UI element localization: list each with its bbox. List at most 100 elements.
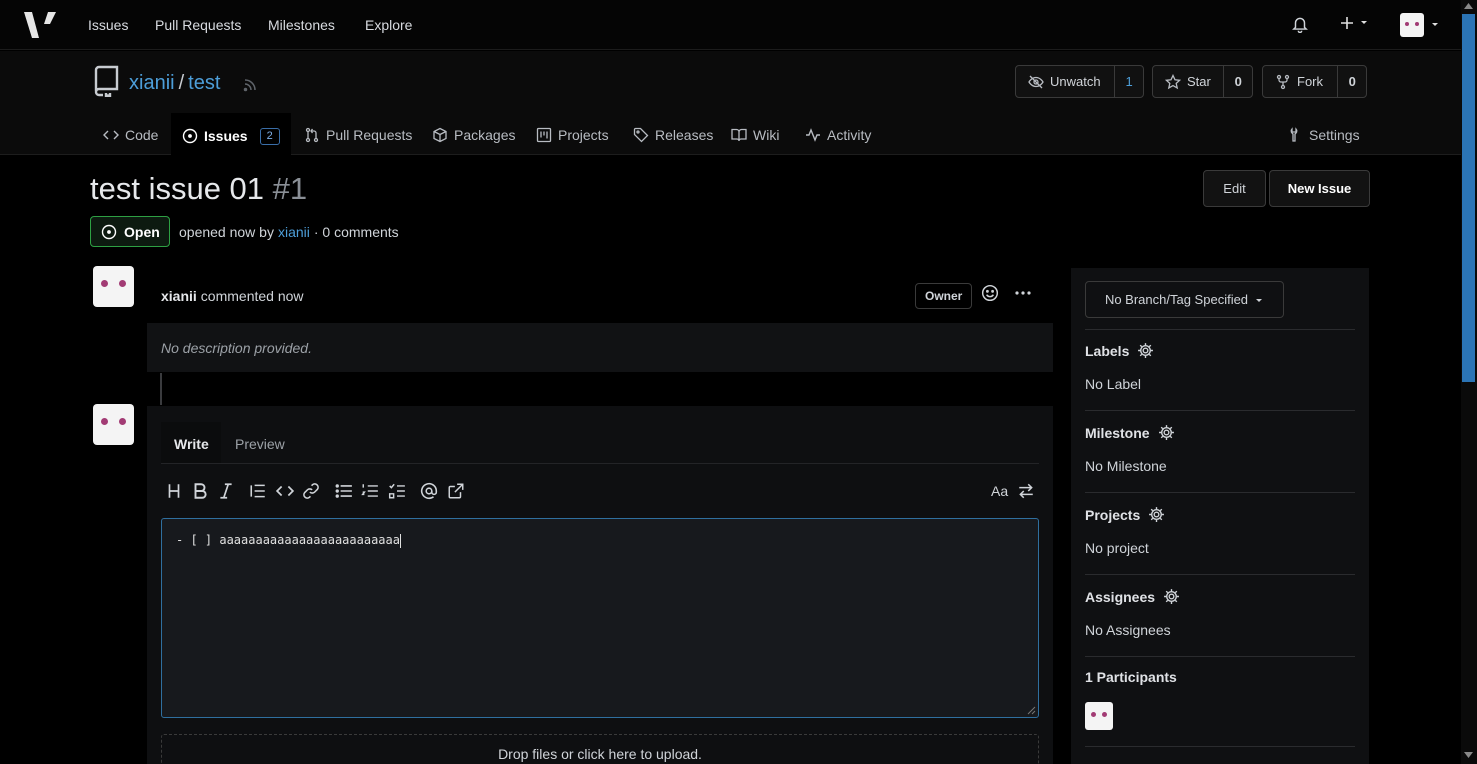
- labels-heading[interactable]: Labels: [1085, 342, 1154, 359]
- repo-owner-link[interactable]: xianii: [129, 72, 175, 95]
- star-label: Star: [1187, 74, 1211, 89]
- repo-name-link[interactable]: test: [188, 72, 220, 95]
- avatar: [1400, 13, 1424, 37]
- divider: [1085, 574, 1355, 575]
- tab-activity[interactable]: Activity: [805, 127, 871, 163]
- issue-number: #1: [272, 171, 308, 206]
- divider: [1085, 746, 1355, 747]
- milestone-heading[interactable]: Milestone: [1085, 424, 1175, 441]
- monospace-toggle[interactable]: Aa: [991, 483, 1008, 499]
- ordered-list-icon[interactable]: [361, 482, 379, 500]
- issue-open-icon: [101, 224, 117, 239]
- star-icon: [1165, 73, 1181, 89]
- tab-label: Settings: [1309, 127, 1360, 143]
- avatar[interactable]: [93, 266, 134, 307]
- scrollbar-thumb[interactable]: [1462, 14, 1475, 382]
- edit-button[interactable]: Edit: [1203, 170, 1266, 207]
- author-link[interactable]: xianii: [278, 224, 310, 240]
- comment-textarea[interactable]: - [ ] aaaaaaaaaaaaaaaaaaaaaaaaa: [161, 518, 1039, 718]
- forks-count[interactable]: 0: [1338, 66, 1366, 97]
- issue-icon: [182, 128, 198, 144]
- comment-text: No description provided.: [161, 340, 312, 356]
- comment-action: commented now: [200, 288, 304, 304]
- star-button[interactable]: Star: [1153, 66, 1225, 97]
- plus-icon: [1341, 17, 1353, 29]
- stars-count[interactable]: 0: [1224, 66, 1252, 97]
- create-menu[interactable]: [1339, 15, 1369, 31]
- gear-icon: [1138, 343, 1154, 358]
- projects-title: Projects: [1085, 506, 1141, 523]
- watchers-count[interactable]: 1: [1115, 66, 1143, 97]
- tab-label: Wiki: [753, 127, 780, 143]
- comment-author[interactable]: xianii: [161, 288, 197, 304]
- tag-icon: [633, 127, 649, 143]
- top-navbar: Issues Pull Requests Milestones Explore: [0, 0, 1461, 50]
- rss-icon[interactable]: [242, 77, 258, 93]
- bold-icon[interactable]: [191, 482, 209, 500]
- user-menu[interactable]: [1400, 13, 1440, 37]
- heading-icon[interactable]: [165, 482, 183, 500]
- smiley-icon[interactable]: [981, 284, 999, 302]
- tab-divider: [161, 463, 1039, 464]
- unordered-list-icon[interactable]: [335, 482, 353, 500]
- assignees-value: No Assignees: [1085, 622, 1171, 638]
- tab-preview[interactable]: Preview: [235, 436, 285, 452]
- repo-breadcrumb: xianii / test: [129, 72, 220, 95]
- italic-icon[interactable]: [217, 482, 235, 500]
- textarea-content: - [ ] aaaaaaaaaaaaaaaaaaaaaaaaa: [176, 533, 400, 547]
- pulse-icon: [806, 128, 820, 142]
- meta-prefix: opened now by: [179, 224, 274, 240]
- repo-header: xianii / test Unwatch 1 Star 0 Fork 0 Co…: [0, 51, 1461, 155]
- divider: [1085, 329, 1355, 330]
- participant-avatar[interactable]: [1085, 702, 1113, 730]
- owner-label: Owner: [915, 283, 973, 309]
- scroll-down-arrow-icon[interactable]: [1464, 752, 1473, 758]
- projects-heading[interactable]: Projects: [1085, 506, 1165, 523]
- tab-issues[interactable]: Issues 2: [171, 113, 291, 155]
- tab-pull-requests[interactable]: Pull Requests: [304, 127, 412, 163]
- caret-down-icon: [1432, 23, 1438, 26]
- avatar: [93, 404, 134, 445]
- new-issue-button[interactable]: New Issue: [1269, 170, 1370, 207]
- tab-packages[interactable]: Packages: [432, 127, 515, 163]
- fork-button[interactable]: Fork: [1263, 66, 1339, 97]
- logo-icon[interactable]: [22, 10, 58, 40]
- tab-projects[interactable]: Projects: [536, 127, 609, 163]
- bell-icon[interactable]: [1291, 15, 1309, 33]
- status-badge: Open: [90, 216, 170, 247]
- upload-dropzone[interactable]: Drop files or click here to upload.: [161, 734, 1039, 764]
- code-icon[interactable]: [276, 482, 294, 500]
- nav-pull-requests[interactable]: Pull Requests: [155, 17, 241, 33]
- tab-wiki[interactable]: Wiki: [731, 127, 779, 163]
- watch-button-group: Unwatch 1: [1015, 65, 1144, 98]
- scroll-up-arrow-icon[interactable]: [1464, 3, 1473, 9]
- link-icon[interactable]: [302, 482, 320, 500]
- projects-value: No project: [1085, 540, 1149, 556]
- cross-reference-icon[interactable]: [447, 482, 465, 500]
- nav-milestones[interactable]: Milestones: [268, 17, 335, 33]
- kebab-horizontal-icon[interactable]: [1014, 285, 1032, 301]
- task-list-icon[interactable]: [388, 482, 406, 500]
- resize-handle-icon[interactable]: [1026, 705, 1036, 715]
- branch-select[interactable]: No Branch/Tag Specified: [1085, 281, 1284, 318]
- tab-code[interactable]: Code: [103, 127, 158, 163]
- quote-icon[interactable]: [249, 482, 267, 500]
- arrow-switch-icon[interactable]: [1017, 482, 1035, 500]
- nav-issues[interactable]: Issues: [88, 17, 128, 33]
- breadcrumb-separator: /: [178, 72, 185, 94]
- assignees-heading[interactable]: Assignees: [1085, 588, 1180, 605]
- text-cursor: [399, 533, 401, 548]
- assignees-title: Assignees: [1085, 588, 1156, 605]
- tab-releases[interactable]: Releases: [633, 127, 713, 163]
- mention-icon[interactable]: [420, 482, 438, 500]
- star-button-group: Star 0: [1152, 65, 1253, 98]
- unwatch-button[interactable]: Unwatch: [1016, 66, 1116, 97]
- tab-write[interactable]: Write: [161, 422, 221, 463]
- comment-body: No description provided.: [147, 323, 1053, 372]
- package-icon: [433, 127, 447, 143]
- eye-slash-icon: [1028, 75, 1044, 88]
- issue-sidebar: No Branch/Tag Specified Labels No Label …: [1071, 268, 1369, 764]
- tab-settings[interactable]: Settings: [1287, 127, 1360, 163]
- tools-icon: [1290, 127, 1298, 142]
- nav-explore[interactable]: Explore: [365, 17, 412, 33]
